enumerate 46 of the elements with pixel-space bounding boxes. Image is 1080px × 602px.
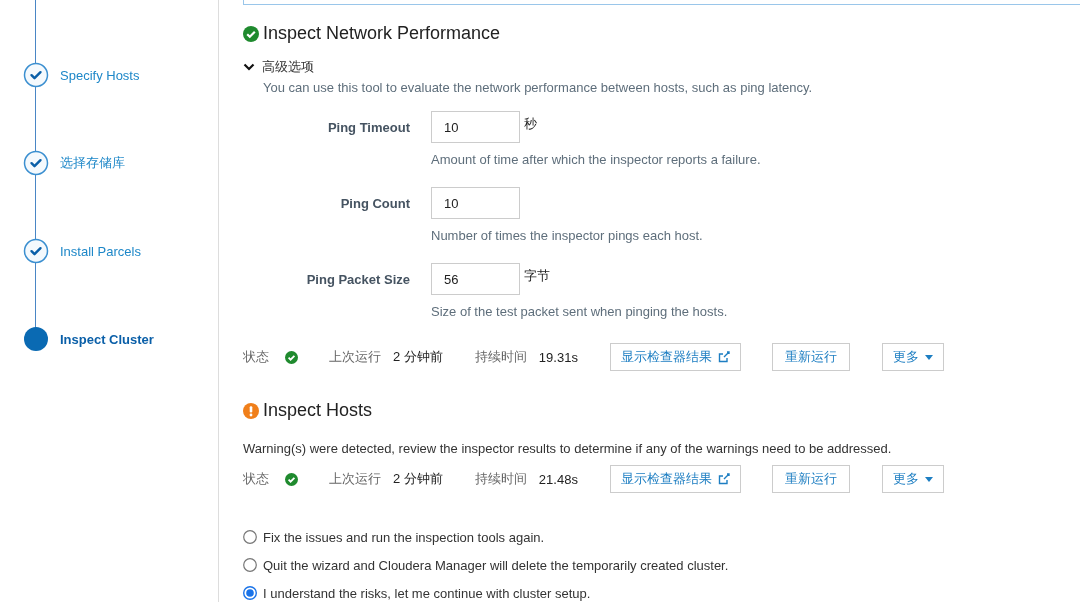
duration-value: 21.48s: [538, 471, 578, 487]
step-label[interactable]: Specify Hosts: [60, 67, 140, 83]
radio-button[interactable]: [243, 586, 257, 600]
external-link-icon: [717, 351, 730, 363]
caret-icon: [924, 354, 933, 360]
input-field[interactable]: 10: [431, 187, 520, 219]
external-link-icon: [717, 473, 730, 485]
action-button[interactable]: 重新运行: [771, 465, 850, 493]
section-title: Inspect Network Performance: [263, 23, 501, 44]
more-dropdown[interactable]: 更多: [881, 343, 944, 371]
section-title: Inspect Hosts: [263, 400, 373, 421]
more-dropdown[interactable]: 更多: [881, 465, 944, 493]
unit-label: 字节: [524, 267, 550, 285]
unit-label: 秒: [524, 115, 537, 133]
action-button[interactable]: 显示检查器结果: [609, 343, 741, 371]
radio-button[interactable]: [243, 530, 257, 544]
step-label[interactable]: 选择存储库: [60, 154, 125, 172]
duration-label: 持续时间: [474, 348, 527, 366]
last-run-label: 上次运行: [329, 470, 381, 488]
option-label[interactable]: Quit the wizard and Cloudera Manager will delete the temporarily created cluster.: [263, 557, 729, 573]
caret-icon: [924, 476, 933, 482]
help-text: Size of the test packet sent when pinging the hosts.: [431, 304, 729, 319]
duration-label: 持续时间: [474, 470, 527, 488]
duration-value: 19.31s: [538, 349, 578, 365]
step-label[interactable]: Inspect Cluster: [60, 331, 154, 347]
warning-message: Warning(s) were detected, review the inspector results to determine if any of the warnings need to be addressed.: [243, 441, 893, 456]
input-field[interactable]: 56: [431, 263, 520, 295]
status-label: 状态: [243, 348, 269, 366]
advanced-options-toggle[interactable]: 高级选项: [262, 58, 314, 76]
field-label: Ping Timeout: [326, 119, 410, 135]
field-label: Ping Packet Size: [305, 271, 410, 287]
description-text: You can use this tool to evaluate the network performance between hosts, such as ping latency.: [263, 80, 814, 95]
input-field[interactable]: 10: [431, 111, 520, 143]
last-run-value: 2 分钟前: [393, 348, 443, 366]
option-label[interactable]: Fix the issues and run the inspection tools again.: [263, 529, 545, 545]
last-run-value: 2 分钟前: [393, 470, 443, 488]
last-run-label: 上次运行: [329, 348, 381, 366]
field-label: Ping Count: [339, 195, 410, 211]
help-text: Number of times the inspector pings each host.: [431, 228, 704, 243]
option-label[interactable]: I understand the risks, let me continue with cluster setup.: [263, 585, 591, 601]
help-text: Amount of time after which the inspector reports a failure.: [431, 152, 762, 167]
radio-button[interactable]: [243, 558, 257, 572]
status-label: 状态: [243, 470, 269, 488]
action-button[interactable]: 重新运行: [771, 343, 850, 371]
step-label[interactable]: Install Parcels: [60, 243, 141, 259]
action-button[interactable]: 显示检查器结果: [609, 465, 741, 493]
